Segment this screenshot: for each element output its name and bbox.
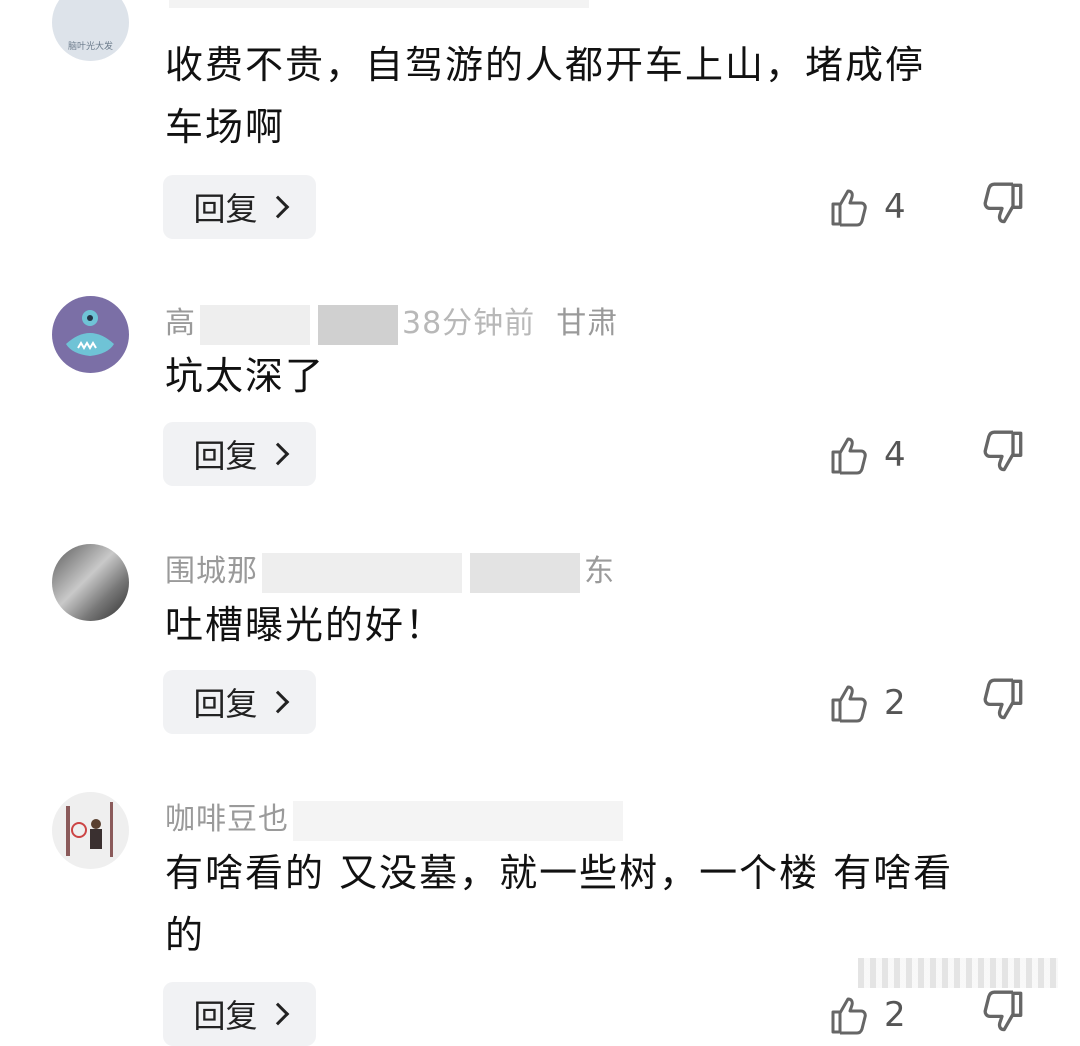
like-count: 4	[884, 187, 906, 227]
avatar[interactable]: 脑叶光大发	[52, 0, 129, 61]
avatar[interactable]	[52, 296, 129, 373]
comment-text: 有啥看的 又没墓，就一些树，一个楼 有啥看 的	[165, 851, 954, 957]
comment-meta: 咖啡豆也	[165, 794, 627, 841]
thumbs-down-icon	[983, 182, 1023, 224]
chevron-right-icon	[266, 442, 289, 466]
chevron-right-icon	[266, 195, 289, 219]
reply-button[interactable]: 回复	[163, 982, 316, 1046]
like-count: 2	[884, 683, 906, 723]
comment-text: 收费不贵，自驾游的人都开车上山，堵成停 车场啊	[165, 43, 926, 149]
thumbs-up-icon	[831, 685, 867, 723]
comment-text: 坑太深了	[165, 354, 326, 398]
user-name: 咖啡豆也	[165, 802, 289, 837]
comment-text: 吐槽曝光的好！	[165, 603, 446, 647]
reply-button[interactable]: 回复	[163, 670, 316, 734]
comment-meta: 围城那 东	[165, 546, 615, 593]
comment-meta: 高 38分钟前 甘肃	[165, 298, 618, 345]
like-button[interactable]: 4	[830, 182, 910, 232]
user-name: 高	[165, 306, 196, 341]
reply-button[interactable]: 回复	[163, 422, 316, 486]
thumbs-up-icon	[831, 997, 867, 1035]
like-count: 2	[884, 995, 906, 1035]
dislike-button[interactable]	[980, 430, 1024, 480]
like-count: 4	[884, 435, 906, 475]
thumbs-up-icon	[831, 437, 867, 475]
chevron-right-icon	[266, 690, 289, 714]
like-button[interactable]: 2	[830, 678, 910, 728]
dislike-button[interactable]	[980, 182, 1024, 232]
user-name: 围城那	[165, 554, 258, 589]
reply-button[interactable]: 回复	[163, 175, 316, 239]
watermark	[858, 958, 1058, 988]
thumbs-up-icon	[831, 189, 867, 227]
comment-location: 东	[584, 554, 615, 589]
comment-meta	[165, 0, 593, 9]
avatar[interactable]	[52, 544, 129, 621]
chevron-right-icon	[266, 1002, 289, 1026]
thumbs-down-icon	[983, 430, 1023, 472]
dislike-button[interactable]	[980, 678, 1024, 728]
like-button[interactable]: 4	[830, 430, 910, 480]
comment-location: 甘肃	[556, 306, 619, 341]
like-button[interactable]: 2	[830, 990, 910, 1040]
illustration-avatar-icon	[66, 802, 113, 857]
dislike-button[interactable]	[980, 990, 1024, 1040]
avatar[interactable]	[52, 792, 129, 869]
comment-time: 38分钟前	[402, 306, 536, 341]
monster-avatar-icon	[66, 310, 114, 356]
thumbs-down-icon	[983, 990, 1023, 1032]
thumbs-down-icon	[983, 678, 1023, 720]
avatar-text: 脑叶光大发	[67, 42, 113, 52]
